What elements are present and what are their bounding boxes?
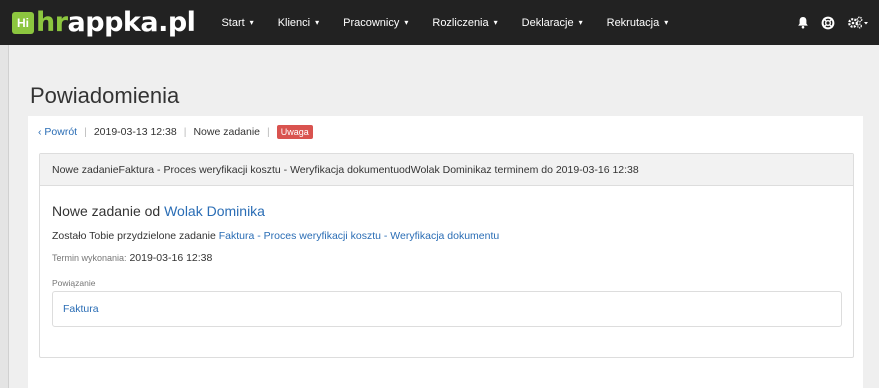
chevron-down-icon: ▾ [664,18,669,27]
logo-text-rest: appka.pl [67,7,196,38]
page-title: Powiadomienia [30,83,180,108]
menu-rozliczenia[interactable]: Rozliczenia ▾ [432,17,497,29]
breadcrumb-separator: | [84,126,87,138]
notification-box: Nowe zadanie Faktura - Proces weryfikacj… [39,153,854,358]
deadline: Termin wykonania: 2019-03-16 12:38 [52,252,841,264]
notification-body: Nowe zadanie od Wolak Dominika Zostało T… [40,203,853,327]
chevron-down-icon: ▾ [493,18,498,27]
chevron-down-icon: ▾ [249,18,254,27]
breadcrumb-separator: | [183,126,187,138]
left-sidebar-edge [0,45,9,388]
gears-icon[interactable] [847,16,869,29]
header-person: Wolak Dominika [410,163,487,176]
header-mid: od [399,163,411,176]
menu-start-label: Start [221,16,245,29]
nav-right-icons [785,16,869,30]
lifebuoy-icon[interactable] [821,16,835,30]
menu-start[interactable]: Start ▾ [221,17,253,29]
task-link[interactable]: Faktura - Proces weryfikacji kosztu - We… [219,230,499,242]
menu-deklaracje-label: Deklaracje [521,16,574,29]
brand-logo[interactable]: Hi hrappka.pl [12,7,196,38]
deadline-label: Termin wykonania: [52,253,127,263]
menu-klienci[interactable]: Klienci ▾ [278,17,319,29]
breadcrumb: ‹ Powrót | 2019-03-13 12:38 | Nowe zadan… [38,125,313,139]
notification-panel: ‹ Powrót | 2019-03-13 12:38 | Nowe zadan… [28,116,863,388]
main-menu: Start ▾ Klienci ▾ Pracownicy ▾ Rozliczenia ▾… [221,17,692,29]
logo-text: hrappka.pl [36,7,196,38]
related-link[interactable]: Faktura [63,303,99,315]
related-label: Powiązanie [52,278,96,288]
task-title: Nowe zadanie od Wolak Dominika [52,203,841,219]
header-suffix: z terminem do 2019-03-16 12:38 [486,163,639,176]
menu-rekrutacja[interactable]: Rekrutacja ▾ [607,17,669,29]
notification-date: 2019-03-13 12:38 [93,126,177,138]
person-link[interactable]: Wolak Dominika [164,203,265,219]
notification-header: Nowe zadanie Faktura - Proces weryfikacj… [40,154,853,186]
logo-badge: Hi [12,11,34,34]
top-navbar: Hi hrappka.pl Start ▾ Klienci ▾ Pracownicy… [0,0,879,45]
task-title-prefix: Nowe zadanie od [52,203,165,219]
bell-icon[interactable] [797,16,809,29]
menu-rozliczenia-label: Rozliczenia [432,16,489,29]
notification-type: Nowe zadanie [193,126,261,138]
chevron-down-icon: ▾ [315,18,320,27]
header-prefix: Nowe zadanie [52,163,119,176]
logo-text-accent: hr [36,7,68,38]
header-task: Faktura - Proces weryfikacji kosztu - We… [118,163,400,176]
breadcrumb-separator: | [267,126,270,138]
warning-badge: Uwaga [276,125,313,139]
menu-pracownicy[interactable]: Pracownicy ▾ [343,17,408,29]
chevron-down-icon: ▾ [578,18,583,27]
assigned-text: Zostało Tobie przydzielone zadanie Faktu… [52,230,841,242]
menu-pracownicy-label: Pracownicy [343,16,400,29]
chevron-down-icon: ▾ [404,18,409,27]
menu-klienci-label: Klienci [277,16,311,29]
assigned-prefix: Zostało Tobie przydzielone zadanie [52,230,219,242]
back-link[interactable]: ‹ Powrót [38,126,77,138]
menu-rekrutacja-label: Rekrutacja [606,16,660,29]
deadline-value: 2019-03-16 12:38 [129,252,213,264]
menu-deklaracje[interactable]: Deklaracje ▾ [522,17,583,29]
related-box: Faktura [52,291,842,327]
